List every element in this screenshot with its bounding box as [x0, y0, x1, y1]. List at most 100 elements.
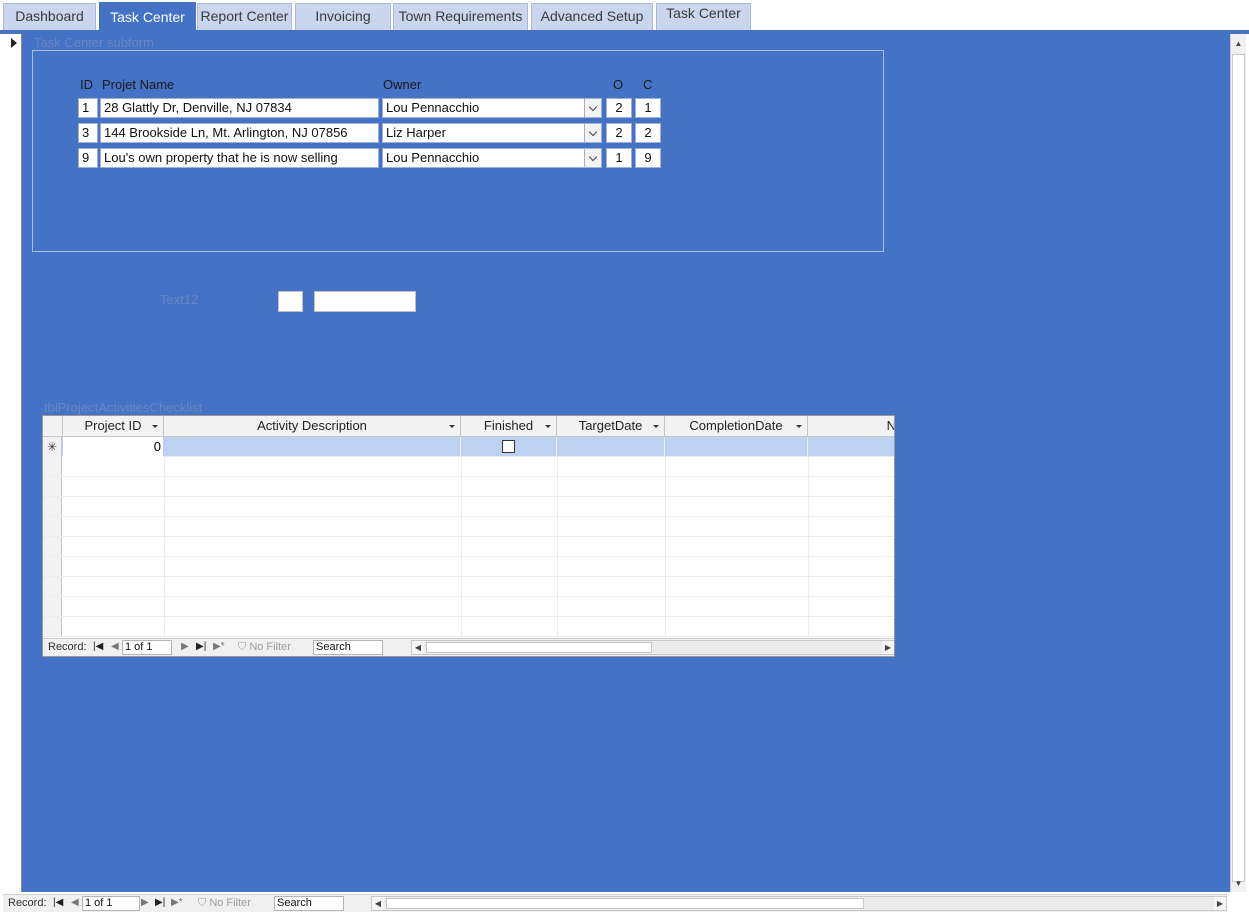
- filter-status[interactable]: ⛉ No Filter: [198, 897, 251, 910]
- col-activity-description[interactable]: Activity Description: [164, 416, 461, 437]
- filter-status-label: No Filter: [249, 641, 291, 653]
- nav-record-label: Record:: [8, 897, 47, 909]
- row-2-o[interactable]: 2: [606, 123, 632, 143]
- last-record-icon[interactable]: ▶|: [196, 641, 206, 652]
- empty-row: [43, 597, 894, 617]
- row-1-owner-dropdown-icon[interactable]: [584, 98, 602, 118]
- scroll-up-icon[interactable]: ▲: [1231, 36, 1246, 52]
- tab-task-center[interactable]: Task Center: [99, 2, 196, 32]
- scroll-thumb[interactable]: [386, 898, 864, 909]
- empty-row: [43, 617, 894, 637]
- row-2-c[interactable]: 2: [635, 123, 661, 143]
- row-2-owner[interactable]: Liz Harper: [382, 123, 585, 143]
- sort-dropdown-icon[interactable]: [449, 425, 455, 428]
- checklist-horizontal-scrollbar[interactable]: ◀ ▶: [411, 640, 894, 655]
- col-project-id-label: Project ID: [84, 418, 142, 433]
- row-1-id[interactable]: 1: [78, 98, 98, 118]
- tab-advanced-setup[interactable]: Advanced Setup: [531, 3, 653, 30]
- col-divider: [461, 457, 462, 637]
- col-project-id[interactable]: Project ID: [63, 416, 164, 437]
- new-record-icon[interactable]: ▶*: [171, 897, 183, 908]
- row-1-owner[interactable]: Lou Pennacchio: [382, 98, 585, 118]
- row-3-o[interactable]: 1: [606, 148, 632, 168]
- tab-strip: Dashboard Task Center Report Center Invo…: [0, 0, 1249, 34]
- previous-record-icon[interactable]: ◀: [71, 897, 79, 908]
- col-activity-description-label: Activity Description: [257, 418, 367, 433]
- sort-dropdown-icon[interactable]: [653, 425, 659, 428]
- first-record-icon[interactable]: |◀: [53, 897, 63, 908]
- nav-search-box[interactable]: Search: [274, 896, 344, 911]
- previous-record-icon[interactable]: ◀: [111, 641, 119, 652]
- record-selector-strip[interactable]: [3, 34, 22, 892]
- header-c: C: [643, 77, 653, 92]
- empty-row: [43, 497, 894, 517]
- tab-town-requirements[interactable]: Town Requirements: [393, 3, 528, 30]
- scroll-left-icon[interactable]: ◀: [372, 897, 384, 910]
- empty-row: [43, 517, 894, 537]
- empty-row: [43, 457, 894, 477]
- tab-report-center[interactable]: Report Center: [197, 3, 292, 30]
- row-1-project-name[interactable]: 28 Glattly Dr, Denville, NJ 07834: [100, 98, 379, 118]
- scroll-right-icon[interactable]: ▶: [1214, 897, 1226, 910]
- sort-dropdown-icon[interactable]: [545, 425, 551, 428]
- new-row-target-date[interactable]: [557, 437, 665, 457]
- col-divider: [557, 457, 558, 637]
- scroll-thumb[interactable]: [426, 642, 652, 653]
- scroll-right-icon[interactable]: ▶: [882, 641, 894, 654]
- no-filter-icon: ⛉: [198, 897, 207, 909]
- next-record-icon[interactable]: ▶: [181, 641, 189, 652]
- row-2-id[interactable]: 3: [78, 123, 98, 143]
- empty-row: [43, 577, 894, 597]
- nav-record-position[interactable]: 1 of 1: [82, 896, 140, 911]
- last-record-icon[interactable]: ▶|: [155, 897, 165, 908]
- row-3-c[interactable]: 9: [635, 148, 661, 168]
- col-n[interactable]: N: [808, 416, 894, 437]
- col-completion-date[interactable]: CompletionDate: [665, 416, 808, 437]
- checklist-datasheet: Project ID Activity Description Finished…: [42, 415, 895, 657]
- col-divider: [808, 457, 809, 637]
- tab-invoicing[interactable]: Invoicing: [295, 3, 391, 30]
- text12-wide-field[interactable]: [314, 291, 416, 312]
- scroll-down-icon[interactable]: ▼: [1231, 876, 1246, 892]
- new-row-activity-description[interactable]: [164, 437, 461, 457]
- new-row-finished[interactable]: [461, 437, 557, 457]
- select-all-corner[interactable]: [43, 416, 63, 437]
- row-3-owner-dropdown-icon[interactable]: [584, 148, 602, 168]
- scroll-left-icon[interactable]: ◀: [412, 641, 424, 654]
- new-record-row[interactable]: ✳ 0: [43, 437, 894, 457]
- row-1-o[interactable]: 2: [606, 98, 632, 118]
- nav-record-position[interactable]: 1 of 1: [122, 640, 172, 655]
- row-1-c[interactable]: 1: [635, 98, 661, 118]
- current-record-arrow-icon: [11, 38, 17, 48]
- new-record-icon[interactable]: ▶*: [213, 641, 225, 652]
- row-2-project-name[interactable]: 144 Brookside Ln, Mt. Arlington, NJ 0785…: [100, 123, 379, 143]
- first-record-icon[interactable]: |◀: [93, 641, 103, 652]
- col-target-date-label: TargetDate: [578, 418, 643, 433]
- filter-status[interactable]: ⛉ No Filter: [238, 641, 291, 654]
- filter-status-label: No Filter: [209, 897, 251, 909]
- nav-search-box[interactable]: Search: [313, 640, 383, 655]
- tab-dashboard[interactable]: Dashboard: [3, 3, 96, 30]
- new-row-project-id[interactable]: 0: [63, 437, 163, 457]
- row-3-project-name[interactable]: Lou's own property that he is now sellin…: [100, 148, 379, 168]
- row-3-owner[interactable]: Lou Pennacchio: [382, 148, 585, 168]
- next-record-icon[interactable]: ▶: [141, 897, 149, 908]
- header-project-name: Projet Name: [102, 77, 175, 92]
- sort-dropdown-icon[interactable]: [152, 425, 158, 428]
- new-row-completion-date[interactable]: [665, 437, 808, 457]
- text12-label: Text12: [160, 292, 199, 307]
- form-horizontal-scrollbar[interactable]: ◀ ▶: [371, 896, 1227, 911]
- tab-task-center-2[interactable]: Task Center: [656, 3, 751, 30]
- new-record-marker-icon: ✳: [43, 437, 62, 457]
- form-vertical-scrollbar[interactable]: ▲ ▼: [1230, 34, 1246, 892]
- finished-checkbox[interactable]: [502, 440, 515, 453]
- col-finished[interactable]: Finished: [461, 416, 557, 437]
- sort-dropdown-icon[interactable]: [796, 425, 802, 428]
- col-completion-date-label: CompletionDate: [689, 418, 783, 433]
- row-2-owner-dropdown-icon[interactable]: [584, 123, 602, 143]
- col-target-date[interactable]: TargetDate: [557, 416, 665, 437]
- subform-label: Task Center subform: [34, 35, 154, 50]
- text12-small-field[interactable]: [278, 291, 303, 312]
- scroll-thumb[interactable]: [1232, 54, 1245, 882]
- row-3-id[interactable]: 9: [78, 148, 98, 168]
